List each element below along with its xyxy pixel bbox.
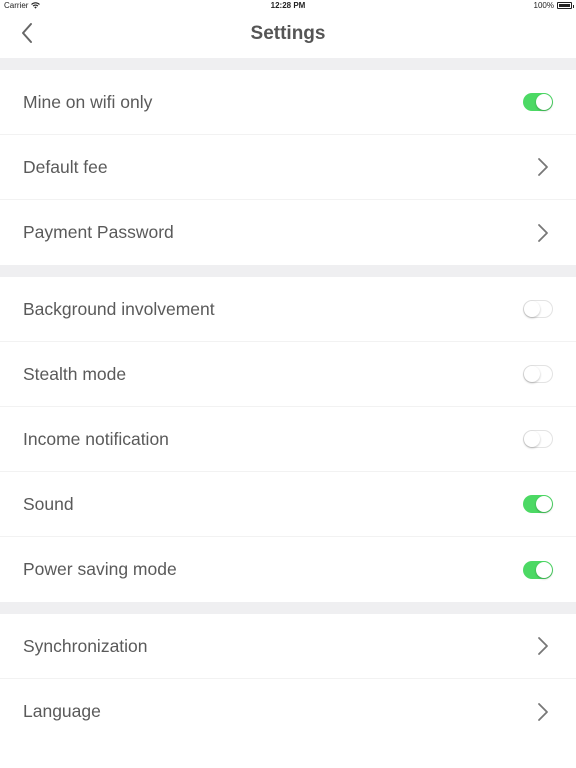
- settings-row-stealth-mode: Stealth mode: [0, 342, 576, 407]
- settings-row-label: Power saving mode: [23, 559, 177, 579]
- settings-row-label: Synchronization: [23, 635, 148, 656]
- section-separator: [0, 602, 576, 614]
- settings-row-synchronization[interactable]: Synchronization: [0, 614, 576, 679]
- settings-row-sound: Sound: [0, 472, 576, 537]
- toggle-knob: [536, 94, 552, 110]
- chevron-right-icon: [538, 637, 548, 655]
- toggle-knob: [536, 496, 552, 512]
- settings-row-mine-on-wifi-only: Mine on wifi only: [0, 70, 576, 135]
- battery-percent: 100%: [533, 1, 554, 10]
- status-time: 12:28 PM: [270, 1, 306, 10]
- battery-icon: [557, 2, 574, 9]
- settings-list: Mine on wifi only Default fee Payment Pass…: [0, 58, 576, 744]
- toggle-switch-mine-on-wifi-only[interactable]: [523, 93, 553, 111]
- settings-row-label: Mine on wifi only: [23, 91, 153, 112]
- settings-row-label: Income notification: [23, 428, 169, 449]
- settings-row-payment-password[interactable]: Payment Password: [0, 200, 576, 265]
- status-bar: Carrier 12:28 PM 100%: [0, 0, 576, 12]
- toggle-switch-stealth-mode[interactable]: [523, 365, 553, 383]
- settings-row-label: Sound: [23, 493, 74, 514]
- settings-row-power-saving-mode: Power saving mode: [0, 537, 576, 602]
- toggle-switch-power-saving-mode[interactable]: [523, 560, 553, 579]
- section-separator: [0, 265, 576, 277]
- settings-row-default-fee[interactable]: Default fee: [0, 135, 576, 200]
- settings-row-label: Payment Password: [23, 222, 174, 242]
- toggle-switch-income-notification[interactable]: [523, 430, 553, 448]
- chevron-right-icon: [538, 702, 548, 721]
- toggle-knob: [536, 561, 552, 578]
- chevron-right-icon: [538, 158, 548, 176]
- disclosure-chevron: [536, 702, 550, 722]
- battery-info: 100%: [533, 1, 574, 10]
- settings-row-label: Language: [23, 701, 101, 721]
- disclosure-chevron: [536, 223, 550, 243]
- settings-row-background-involvement: Background involvement: [0, 277, 576, 342]
- toggle-knob: [524, 301, 540, 317]
- disclosure-chevron: [536, 636, 550, 656]
- navigation-bar: Settings: [0, 12, 576, 58]
- toggle-switch-background-involvement[interactable]: [523, 300, 553, 318]
- settings-row-language[interactable]: Language: [0, 679, 576, 744]
- toggle-knob: [524, 431, 540, 447]
- disclosure-chevron: [536, 157, 550, 177]
- settings-row-label: Stealth mode: [23, 363, 127, 384]
- toggle-knob: [524, 366, 540, 382]
- toggle-switch-sound[interactable]: [523, 495, 553, 513]
- settings-row-income-notification: Income notification: [0, 407, 576, 472]
- section-separator: [0, 58, 576, 70]
- page-title: Settings: [250, 23, 326, 44]
- settings-row-label: Background involvement: [23, 298, 215, 319]
- chevron-right-icon: [538, 223, 548, 242]
- settings-row-label: Default fee: [23, 156, 108, 177]
